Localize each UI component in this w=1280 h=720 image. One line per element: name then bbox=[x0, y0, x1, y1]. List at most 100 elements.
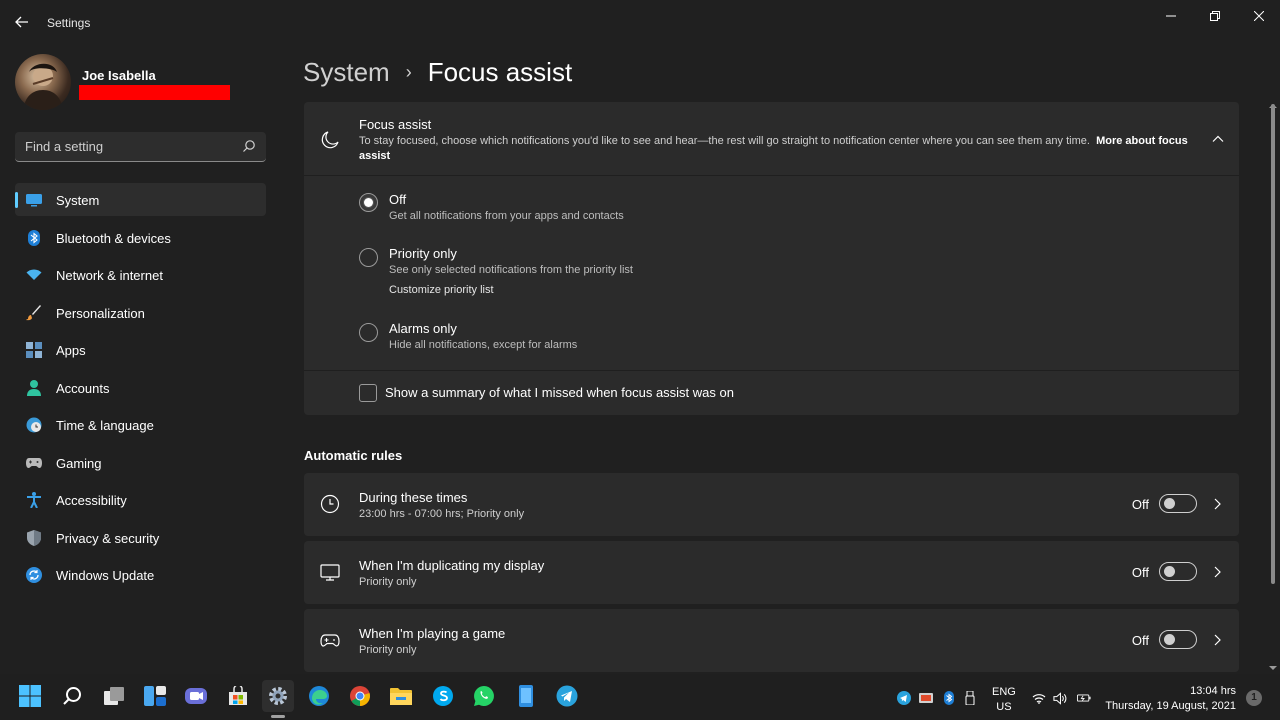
settings-app-button[interactable] bbox=[262, 680, 294, 712]
radio-priority-only[interactable] bbox=[359, 248, 378, 267]
teams-chat-button[interactable] bbox=[184, 684, 208, 708]
focus-assist-description: To stay focused, choose which notificati… bbox=[359, 134, 1209, 164]
minimize-button[interactable] bbox=[1148, 4, 1194, 28]
start-button[interactable] bbox=[18, 684, 42, 708]
search-input[interactable] bbox=[15, 132, 235, 160]
sidebar-item-label: System bbox=[56, 193, 100, 208]
sidebar-item-label: Time & language bbox=[56, 418, 154, 433]
microsoft-store-button[interactable] bbox=[226, 684, 250, 708]
battery-icon[interactable] bbox=[1077, 691, 1091, 705]
region-code: US bbox=[996, 701, 1012, 713]
breadcrumb-parent[interactable]: System bbox=[303, 57, 390, 88]
summary-option[interactable]: Show a summary of what I missed when foc… bbox=[304, 370, 1239, 415]
customize-priority-link[interactable]: Customize priority list bbox=[389, 284, 494, 296]
task-view-button[interactable] bbox=[102, 684, 126, 708]
search-box[interactable] bbox=[15, 132, 266, 162]
store-icon bbox=[229, 686, 247, 705]
close-icon bbox=[1254, 11, 1264, 21]
sidebar-item-accessibility[interactable]: Accessibility bbox=[15, 483, 266, 516]
tray-telegram-icon[interactable] bbox=[897, 691, 911, 705]
moon-icon bbox=[321, 131, 339, 149]
sidebar-item-apps[interactable]: Apps bbox=[15, 333, 266, 366]
title-bar: Settings bbox=[0, 0, 1280, 44]
focus-assist-header[interactable]: Focus assist To stay focused, choose whi… bbox=[304, 102, 1239, 176]
telegram-button[interactable] bbox=[555, 684, 579, 708]
whatsapp-button[interactable] bbox=[472, 684, 496, 708]
close-button[interactable] bbox=[1236, 4, 1280, 28]
chevron-right-icon[interactable] bbox=[1211, 497, 1223, 511]
back-button[interactable] bbox=[10, 10, 34, 34]
maximize-button[interactable] bbox=[1192, 4, 1238, 28]
avatar-photo bbox=[23, 63, 63, 110]
phone-link-button[interactable] bbox=[514, 684, 538, 708]
language-code: ENG bbox=[992, 686, 1016, 698]
radio-alarms-only[interactable] bbox=[359, 323, 378, 342]
sidebar-item-label: Accessibility bbox=[56, 493, 127, 508]
rule-toggle[interactable] bbox=[1159, 494, 1197, 513]
sidebar-item-system[interactable]: System bbox=[15, 183, 266, 216]
rule-state: Off bbox=[1131, 633, 1149, 648]
tray-bluetooth-icon[interactable] bbox=[942, 691, 956, 705]
sidebar-item-privacy[interactable]: Privacy & security bbox=[15, 521, 266, 554]
scroll-down-icon[interactable] bbox=[1269, 664, 1277, 672]
wifi-icon[interactable] bbox=[1032, 691, 1046, 705]
active-app-indicator bbox=[271, 715, 285, 718]
restore-icon bbox=[1210, 11, 1220, 21]
wifi-icon bbox=[26, 267, 42, 283]
globe-clock-icon bbox=[26, 417, 42, 433]
shield-icon bbox=[26, 529, 42, 546]
notification-badge[interactable]: 1 bbox=[1246, 690, 1262, 706]
sidebar-item-time-language[interactable]: Time & language bbox=[15, 408, 266, 441]
rule-subtitle: Priority only bbox=[359, 576, 417, 588]
sidebar-item-windows-update[interactable]: Windows Update bbox=[15, 558, 266, 591]
search-icon[interactable] bbox=[242, 139, 256, 153]
avatar bbox=[15, 54, 71, 110]
search-icon bbox=[63, 687, 81, 705]
rule-during-times[interactable]: During these times 23:00 hrs - 07:00 hrs… bbox=[304, 473, 1239, 536]
sidebar-item-personalization[interactable]: Personalization bbox=[15, 296, 266, 329]
option-subtitle: See only selected notifications from the… bbox=[389, 264, 633, 276]
edge-icon bbox=[309, 686, 329, 706]
rule-toggle[interactable] bbox=[1159, 562, 1197, 581]
language-indicator[interactable]: ENG US bbox=[992, 685, 1016, 715]
rule-playing-game[interactable]: When I'm playing a game Priority only Of… bbox=[304, 609, 1239, 672]
chrome-button[interactable] bbox=[348, 684, 372, 708]
user-profile[interactable]: Joe Isabella bbox=[15, 54, 275, 112]
phone-icon bbox=[519, 685, 533, 707]
rule-subtitle: Priority only bbox=[359, 644, 417, 656]
page-title: Focus assist bbox=[427, 56, 573, 87]
taskbar-clock[interactable]: 13:04 hrs Thursday, 19 August, 2021 bbox=[1100, 684, 1236, 714]
minimize-icon bbox=[1166, 15, 1176, 17]
rule-toggle[interactable] bbox=[1159, 630, 1197, 649]
accessibility-icon bbox=[26, 492, 42, 508]
radio-off[interactable] bbox=[359, 193, 378, 212]
sidebar-item-label: Apps bbox=[56, 343, 86, 358]
back-arrow-icon bbox=[15, 16, 28, 28]
rule-duplicating-display[interactable]: When I'm duplicating my display Priority… bbox=[304, 541, 1239, 604]
volume-icon[interactable] bbox=[1053, 691, 1067, 705]
scrollbar-thumb[interactable] bbox=[1271, 104, 1275, 584]
focus-assist-title: Focus assist bbox=[359, 117, 432, 132]
summary-label: Show a summary of what I missed when foc… bbox=[385, 385, 734, 400]
widgets-button[interactable] bbox=[143, 684, 167, 708]
sidebar-item-bluetooth[interactable]: Bluetooth & devices bbox=[15, 221, 266, 254]
tray-app-icon[interactable] bbox=[919, 691, 933, 705]
summary-checkbox[interactable] bbox=[359, 384, 377, 402]
chevron-right-icon[interactable] bbox=[1211, 633, 1223, 647]
sidebar-item-label: Bluetooth & devices bbox=[56, 230, 171, 246]
sidebar-item-gaming[interactable]: Gaming bbox=[15, 446, 266, 479]
sidebar-item-label: Personalization bbox=[56, 305, 145, 321]
file-explorer-button[interactable] bbox=[389, 684, 413, 708]
chevron-up-icon[interactable] bbox=[1211, 132, 1225, 146]
option-title: Alarms only bbox=[389, 321, 457, 336]
clock-icon bbox=[320, 494, 340, 514]
skype-button[interactable] bbox=[431, 684, 455, 708]
sidebar-item-accounts[interactable]: Accounts bbox=[15, 371, 266, 404]
description-text: To stay focused, choose which notificati… bbox=[359, 135, 1090, 147]
user-name: Joe Isabella bbox=[82, 68, 156, 83]
usb-icon[interactable] bbox=[963, 691, 977, 705]
sidebar-item-network[interactable]: Network & internet bbox=[15, 258, 266, 291]
edge-button[interactable] bbox=[307, 684, 331, 708]
chevron-right-icon[interactable] bbox=[1211, 565, 1223, 579]
taskbar-search-button[interactable] bbox=[60, 684, 84, 708]
